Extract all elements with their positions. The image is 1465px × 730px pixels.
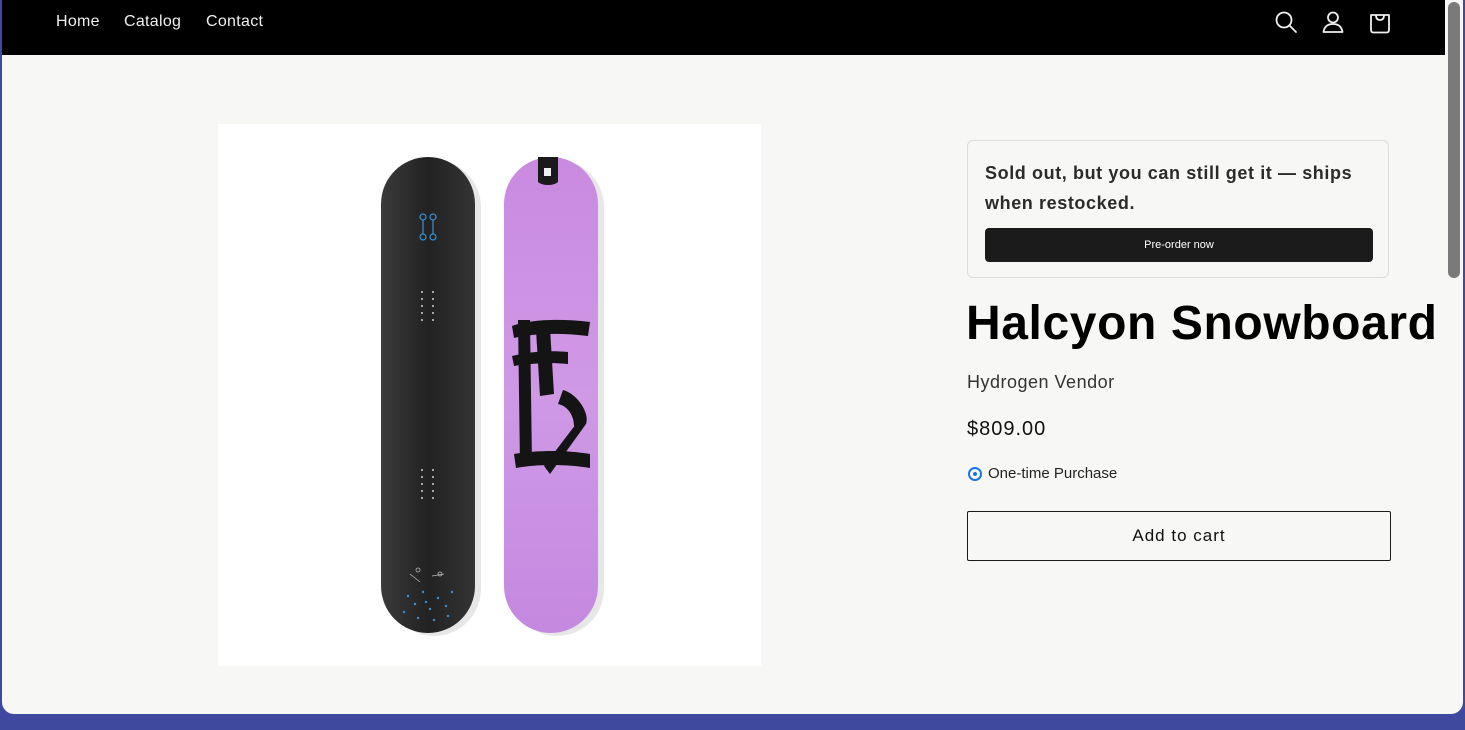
snowboard-image [381, 157, 604, 636]
purple-snowboard [504, 157, 598, 633]
product-title: Halcyon Snowboard [966, 297, 1438, 350]
nav-link-contact[interactable]: Contact [206, 13, 263, 31]
dark-snowboard [381, 157, 475, 633]
purchase-option-one-time[interactable]: One-time Purchase [968, 465, 1117, 482]
purchase-radio[interactable] [968, 466, 982, 481]
preorder-message: Sold out, but you can still get it — shi… [985, 163, 1353, 213]
cart-icon[interactable] [1367, 9, 1393, 35]
nav-link-home[interactable]: Home [56, 13, 100, 31]
add-to-cart-button[interactable]: Add to cart [967, 511, 1391, 561]
preorder-button[interactable]: Pre-order now [985, 228, 1373, 262]
top-navbar: Home Catalog Contact [2, 0, 1445, 55]
account-icon[interactable] [1320, 9, 1346, 35]
nav-link-catalog[interactable]: Catalog [124, 13, 181, 31]
product-price: $809.00 [967, 418, 1047, 440]
product-image [218, 124, 761, 666]
search-icon[interactable] [1273, 9, 1299, 35]
product-vendor: Hydrogen Vendor [967, 372, 1115, 392]
preorder-notice: Sold out, but you can still get it — shi… [967, 140, 1389, 278]
scrollbar-thumb[interactable] [1448, 2, 1460, 278]
browser-window: Home Catalog Contact Sold out, but you c… [2, 0, 1463, 714]
purchase-option-label: One-time Purchase [988, 465, 1118, 482]
